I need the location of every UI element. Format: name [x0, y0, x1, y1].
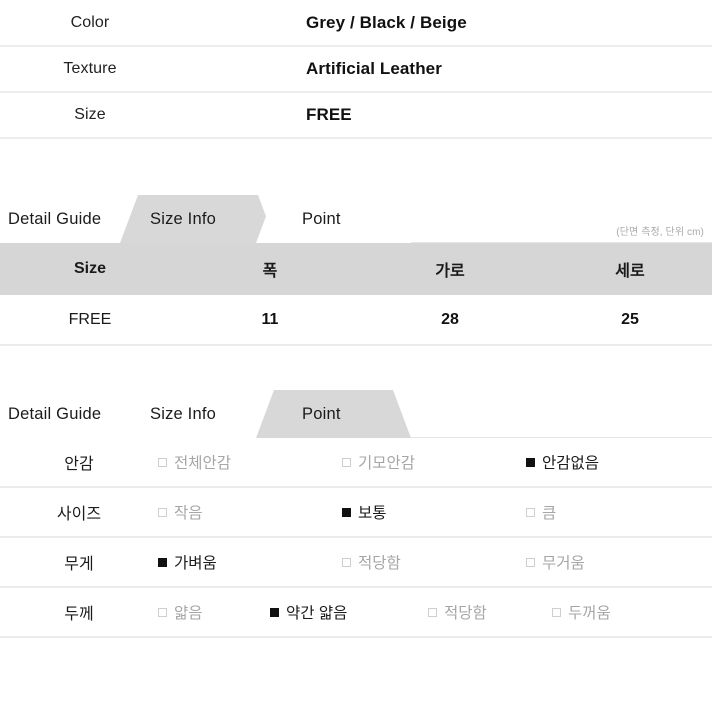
point-row-label: 안감 [0, 438, 158, 488]
option-group: 전체안감 기모안감 안감없음 [158, 438, 712, 486]
spacer-above-size-tabs [0, 141, 712, 195]
table-row: Texture Artificial Leather [0, 45, 712, 92]
option-weight-heavy[interactable]: 무거움 [526, 551, 710, 573]
option-label: 큼 [542, 505, 557, 522]
option-thickness-slightly-thin[interactable]: 약간 얇음 [270, 601, 428, 623]
option-label: 무거움 [542, 555, 585, 572]
tab-detail-guide[interactable]: Detail Guide [0, 390, 140, 438]
option-label: 보통 [358, 505, 387, 522]
option-thickness-thin[interactable]: 얇음 [158, 601, 270, 623]
option-group: 작음 보통 큼 [158, 488, 712, 536]
column-header-horizontal: 가로 [435, 263, 465, 280]
size-info-tabstrip: Detail Guide Size Info Point (단면 측정, 단위 … [0, 195, 712, 243]
point-row-options: 가벼움 적당함 무거움 [158, 537, 712, 588]
spec-key: Size [0, 91, 180, 138]
tab-size-info[interactable]: Size Info [120, 195, 276, 243]
option-label: 안감없음 [542, 455, 600, 472]
cell-width: 11 [180, 295, 360, 346]
checkbox-checked-icon[interactable] [526, 457, 535, 467]
size-info-table: Size 폭 가로 세로 FREE 11 28 25 [0, 243, 712, 346]
point-row-options: 작음 보통 큼 [158, 487, 712, 538]
cell-size: FREE [0, 295, 180, 346]
tab-label: Size Info [150, 209, 217, 228]
spec-value: FREE [180, 91, 712, 138]
spacer-above-point-tabs [0, 346, 712, 390]
checkbox-unchecked-icon[interactable] [158, 507, 167, 517]
tab-detail-guide[interactable]: Detail Guide [0, 195, 140, 243]
checkbox-unchecked-icon[interactable] [158, 607, 167, 617]
point-table: 안감 전체안감 기모안감 안감없음 사이즈 작음 보통 큼 무게 가벼움 적당함… [0, 438, 712, 638]
tab-point[interactable]: Point [256, 195, 411, 243]
option-group: 얇음 약간 얇음 적당함 두꺼움 [158, 588, 712, 636]
checkbox-checked-icon[interactable] [342, 507, 351, 517]
page-bottom-whitespace [0, 638, 712, 724]
option-group: 가벼움 적당함 무거움 [158, 538, 712, 586]
point-row-label: 두께 [0, 587, 158, 638]
tab-label: Detail Guide [8, 404, 102, 423]
table-row: 안감 전체안감 기모안감 안감없음 [0, 438, 712, 488]
tab-label: Detail Guide [8, 209, 102, 228]
tab-size-info[interactable]: Size Info [120, 390, 276, 438]
checkbox-unchecked-icon[interactable] [342, 557, 351, 567]
option-weight-moderate[interactable]: 적당함 [342, 551, 526, 573]
option-label: 약간 얇음 [286, 605, 348, 622]
checkbox-unchecked-icon[interactable] [526, 557, 535, 567]
column-header-size: Size [73, 260, 106, 277]
point-row-options: 얇음 약간 얇음 적당함 두꺼움 [158, 587, 712, 638]
option-label: 적당함 [358, 555, 401, 572]
column-header-vertical: 세로 [615, 263, 645, 280]
table-row: 무게 가벼움 적당함 무거움 [0, 537, 712, 588]
measurement-unit-note: (단면 측정, 단위 cm) [616, 227, 704, 238]
option-label: 전체안감 [174, 455, 232, 472]
option-thickness-thick[interactable]: 두꺼움 [552, 601, 676, 623]
option-lining-none[interactable]: 안감없음 [526, 451, 710, 473]
point-row-options: 전체안감 기모안감 안감없음 [158, 438, 712, 488]
spec-key: Color [70, 13, 110, 31]
option-lining-fleece[interactable]: 기모안감 [342, 451, 526, 473]
table-row: 두께 얇음 약간 얇음 적당함 두꺼움 [0, 587, 712, 638]
spec-key: Texture [0, 45, 180, 92]
cell-horizontal: 28 [360, 295, 540, 346]
option-size-small[interactable]: 작음 [158, 501, 342, 523]
point-table-body: 안감 전체안감 기모안감 안감없음 사이즈 작음 보통 큼 무게 가벼움 적당함… [0, 438, 712, 638]
table-row: FREE 11 28 25 [0, 295, 712, 346]
checkbox-unchecked-icon[interactable] [158, 457, 167, 467]
option-lining-full[interactable]: 전체안감 [158, 451, 342, 473]
table-row: Size FREE [0, 91, 712, 138]
point-row-label: 무게 [0, 537, 158, 588]
table-row: Color Grey / Black / Beige [0, 0, 712, 46]
checkbox-unchecked-icon[interactable] [428, 607, 437, 617]
option-label: 두꺼움 [568, 605, 611, 622]
option-label: 적당함 [444, 605, 487, 622]
cell-vertical: 25 [540, 295, 712, 346]
column-header-width: 폭 [262, 263, 278, 280]
checkbox-unchecked-icon[interactable] [342, 457, 351, 467]
option-size-large[interactable]: 큼 [526, 501, 710, 523]
spec-table-body: Color Grey / Black / Beige Texture Artif… [0, 0, 712, 141]
checkbox-checked-icon[interactable] [158, 557, 167, 567]
option-label: 얇음 [174, 605, 203, 622]
spec-value: Grey / Black / Beige [306, 12, 467, 32]
option-label: 가벼움 [174, 555, 217, 572]
spec-value: Artificial Leather [180, 45, 712, 92]
point-row-label: 사이즈 [0, 487, 158, 538]
option-label: 작음 [174, 505, 203, 522]
tab-label: Point [302, 209, 341, 228]
tab-label: Point [302, 404, 341, 423]
tab-point[interactable]: Point [256, 390, 411, 438]
checkbox-unchecked-icon[interactable] [526, 507, 535, 517]
option-size-normal[interactable]: 보통 [342, 501, 526, 523]
option-label: 기모안감 [358, 455, 416, 472]
option-thickness-moderate[interactable]: 적당함 [428, 601, 552, 623]
checkbox-checked-icon[interactable] [270, 607, 279, 617]
point-tabstrip: Detail Guide Size Info Point [0, 390, 712, 438]
table-row: 사이즈 작음 보통 큼 [0, 487, 712, 538]
product-spec-table: Color Grey / Black / Beige Texture Artif… [0, 0, 712, 141]
table-header-row: Size 폭 가로 세로 [0, 243, 712, 295]
checkbox-unchecked-icon[interactable] [552, 607, 561, 617]
tab-label: Size Info [150, 404, 217, 423]
option-weight-light[interactable]: 가벼움 [158, 551, 342, 573]
size-table-body: FREE 11 28 25 [0, 295, 712, 346]
size-table-head: Size 폭 가로 세로 [0, 243, 712, 295]
